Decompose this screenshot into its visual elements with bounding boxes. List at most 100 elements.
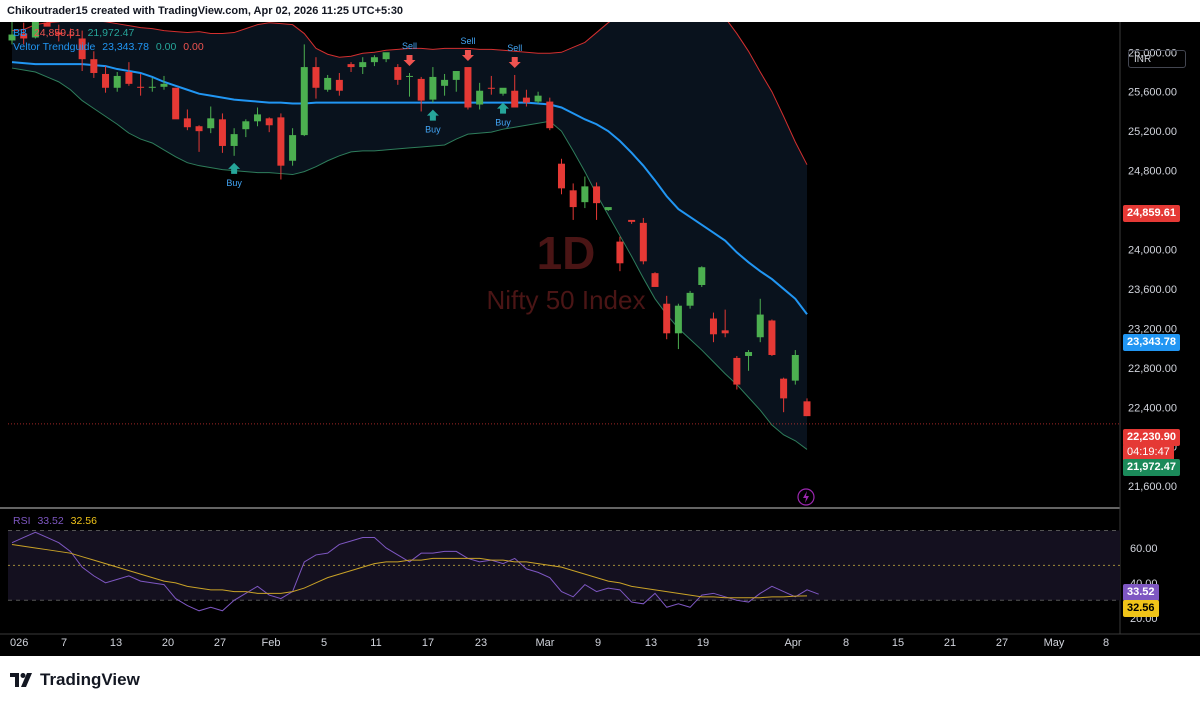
buy-label: Buy: [425, 125, 441, 135]
bb-legend-lower: 21,972.47: [87, 27, 135, 39]
candle: [651, 272, 659, 287]
price-tick-label: 24,800.00: [1128, 166, 1177, 178]
candle-body: [698, 267, 706, 285]
trendguide-legend[interactable]: Veltor Trendguide 23,343.78 0.00 0.00: [13, 41, 208, 53]
bb-upper-price-tag: 24,859.61: [1123, 205, 1180, 222]
time-tick-label: Mar: [536, 637, 555, 649]
candle-body: [499, 87, 507, 94]
candle-body: [686, 292, 694, 306]
candle-body: [674, 305, 682, 334]
candle: [698, 266, 706, 287]
candle-body: [160, 83, 168, 87]
rsi-ma-price-tag: 32.56: [1123, 600, 1159, 617]
candle-body: [394, 67, 402, 80]
candle-body: [289, 135, 297, 161]
candle-body: [242, 121, 250, 130]
rsi-legend-ma: 32.56: [70, 515, 97, 527]
candle-body: [721, 330, 729, 334]
tradingview-brand: TradingView: [40, 670, 140, 689]
candle-body: [511, 90, 519, 108]
candle-body: [113, 75, 121, 88]
time-tick-label: 8: [843, 637, 849, 649]
candle-body: [756, 314, 764, 338]
candle-body: [148, 86, 156, 88]
trendguide-legend-a: 0.00: [155, 41, 177, 53]
bb-lower-price-tag: 21,972.47: [1123, 459, 1180, 476]
time-tick-label: 17: [422, 637, 434, 649]
chart-area[interactable]: 1DNifty 50 Index SellBuySellBuySellBuySe…: [0, 22, 1200, 656]
candle-body: [546, 101, 554, 129]
time-tick-label: 23: [475, 637, 487, 649]
watermark-interval: 1D: [537, 227, 596, 279]
price-tick-label: 21,600.00: [1128, 481, 1177, 493]
rsi-tick-label: 60.00: [1130, 543, 1158, 555]
time-tick-label: 9: [595, 637, 601, 649]
bb-legend-name: BB: [13, 27, 28, 39]
footer-bar: TradingView: [0, 656, 1200, 704]
time-tick-label: 026: [10, 637, 28, 649]
time-tick-label: 15: [892, 637, 904, 649]
trendguide-legend-value: 23,343.78: [102, 41, 149, 53]
buy-label: Buy: [226, 178, 242, 188]
sell-label: Sell: [460, 36, 475, 46]
candle-body: [803, 401, 811, 417]
tradingview-logo-icon: [10, 673, 32, 687]
buy-label: Buy: [495, 118, 511, 128]
candle-body: [218, 119, 226, 146]
price-tick-label: 24,000.00: [1128, 244, 1177, 256]
candle-body: [569, 190, 577, 208]
price-tick-label: 25,200.00: [1128, 126, 1177, 138]
bb-legend[interactable]: BB 24,859.61 21,972.47: [13, 27, 138, 39]
rsi-legend[interactable]: RSI 33.52 32.56: [13, 515, 101, 527]
trendguide-legend-b: 0.00: [183, 41, 204, 53]
candle-body: [324, 77, 332, 90]
time-tick-label: 13: [645, 637, 657, 649]
candle-body: [183, 118, 191, 128]
time-tick-label: 7: [61, 637, 67, 649]
time-tick-label: Apr: [784, 637, 801, 649]
candle-body: [522, 97, 530, 103]
candle-body: [417, 78, 425, 101]
candle-body: [195, 126, 203, 132]
time-tick-label: May: [1044, 637, 1065, 649]
candle-body: [335, 79, 343, 91]
candle-body: [593, 186, 601, 204]
candle-body: [639, 222, 647, 262]
sell-label: Sell: [402, 41, 417, 51]
price-tick-label: 25,600.00: [1128, 87, 1177, 99]
price-tick-label: 23,600.00: [1128, 284, 1177, 296]
candle-body: [745, 352, 753, 356]
rsi-legend-name: RSI: [13, 515, 31, 527]
time-tick-label: 11: [370, 637, 381, 649]
candle: [546, 97, 554, 131]
candle-body: [557, 163, 565, 189]
time-tick-label: 19: [697, 637, 709, 649]
candle-body: [370, 57, 378, 63]
chart-screenshot: Chikoutrader15 created with TradingView.…: [0, 0, 1200, 704]
candle-body: [406, 75, 413, 77]
candle-body: [207, 118, 215, 129]
candle-body: [312, 67, 320, 88]
sell-label: Sell: [507, 43, 522, 53]
candle-body: [254, 114, 262, 122]
candle-body: [125, 72, 133, 84]
chart-canvas[interactable]: 1DNifty 50 Index SellBuySellBuySellBuySe…: [0, 22, 1200, 656]
candle-body: [137, 86, 145, 88]
tradingview-logo[interactable]: TradingView: [10, 670, 140, 690]
candle-body: [534, 95, 542, 102]
candle-body: [102, 73, 110, 88]
candle-body: [300, 67, 308, 136]
currency-button[interactable]: INR: [1128, 50, 1186, 68]
candle-body: [663, 303, 671, 334]
candle-body: [441, 79, 449, 86]
candle-body: [581, 186, 589, 203]
header-bar: Chikoutrader15 created with TradingView.…: [0, 0, 1200, 22]
time-tick-label: 8: [1103, 637, 1109, 649]
candle: [733, 355, 741, 390]
candle-body: [172, 87, 180, 120]
candle-body: [429, 76, 437, 100]
time-tick-label: 21: [944, 637, 956, 649]
candle-body: [230, 134, 238, 146]
candle-body: [464, 67, 472, 108]
candle: [768, 319, 776, 356]
